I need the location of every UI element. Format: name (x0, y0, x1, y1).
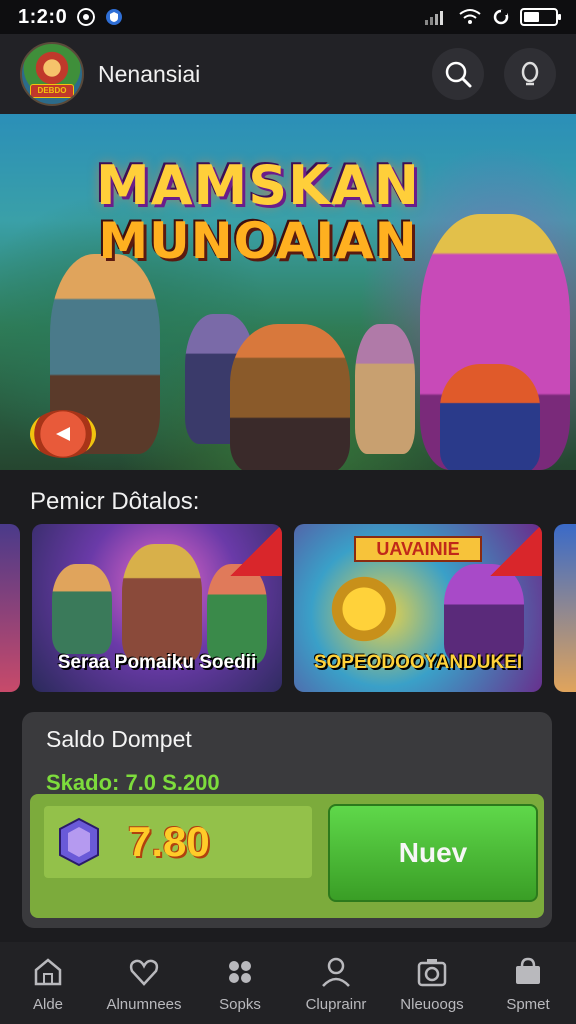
hero-play-button[interactable] (30, 410, 96, 458)
hero-character-girl (440, 364, 540, 470)
card-coins (324, 574, 404, 644)
wallet-amount: 7.80 (128, 818, 210, 865)
avatar-tag: DEBDO (30, 84, 74, 98)
wallet-balance: Skado: 7.0 S.200 (46, 770, 220, 795)
game-icon (229, 961, 251, 983)
play-icon (56, 427, 70, 441)
user-icon (521, 61, 539, 86)
card-banner: UAVAINIE (354, 536, 482, 562)
shield-notification-icon (106, 9, 123, 25)
profile-icon (322, 957, 350, 987)
bag-icon (516, 957, 540, 984)
hero-title-line1: MAMSKAN (96, 154, 420, 217)
heart-icon (129, 959, 159, 986)
card-character-right (207, 564, 267, 664)
wallet-panel: Saldo Dompet Skado: 7.0 S.200 7.80 Nuev (22, 712, 552, 928)
hero-character-hero (230, 324, 350, 470)
home-icon (34, 958, 62, 986)
nav-item-profile[interactable]: Cluprainr (288, 942, 384, 1024)
avatar[interactable]: DEBDO (20, 42, 84, 106)
sync-icon (493, 9, 509, 25)
battery-icon (520, 8, 561, 26)
hero-title-line2: MUNOAIAN (98, 212, 418, 270)
nav-item-favorites[interactable]: Alnumnees (96, 942, 192, 1024)
carousel-card[interactable]: UAVAINIE SOPEODOOYANDUKEI (294, 524, 542, 692)
wallet-inner: 7.80 Nuev (30, 794, 544, 918)
nav-label: Cluprainr (305, 996, 367, 1013)
gem-icon (59, 817, 99, 867)
search-icon (445, 61, 472, 88)
camera-icon (417, 959, 447, 987)
card-character-center (122, 544, 202, 664)
nav-label: Spmet (506, 996, 550, 1013)
card-ribbon (230, 524, 282, 576)
hero-banner[interactable]: MAMSKAN MUNOAIAN (0, 114, 576, 470)
app-title: Nenansiai (98, 60, 201, 87)
carousel-card[interactable]: Seraa Pomaiku Soedii (32, 524, 282, 692)
status-time: 1:2:0 (18, 5, 68, 28)
nav-item-shop[interactable]: Spmet (480, 942, 576, 1024)
section-title: Pemicr Dôtalos: (30, 488, 200, 515)
card-ribbon (490, 524, 542, 576)
nav-label: Alde (32, 996, 64, 1013)
signal-icon (425, 11, 443, 25)
card-label: Seraa Pomaiku Soedii (57, 652, 257, 673)
card-character-cat (444, 564, 524, 664)
wifi-icon (459, 9, 481, 24)
app-header: DEBDO Nenansiai (0, 34, 576, 114)
card-label: SOPEODOOYANDUKEI (313, 652, 523, 673)
status-bar: 1:2:0 (0, 0, 576, 34)
search-button[interactable] (432, 48, 484, 100)
app-notification-icon (77, 8, 96, 26)
nav-item-home[interactable]: Alde (0, 942, 96, 1024)
nav-label: Sopks (219, 996, 261, 1013)
wallet-amount-box: 7.80 (44, 806, 312, 878)
wallet-action-button[interactable]: Nuev (328, 804, 538, 902)
carousel-card-partial-left[interactable] (0, 524, 20, 692)
nav-item-camera[interactable]: Nleuoogs (384, 942, 480, 1024)
nav-label: Nleuoogs (400, 996, 464, 1013)
nav-label: Alnumnees (106, 996, 182, 1013)
nav-item-games[interactable]: Sopks (192, 942, 288, 1024)
hero-character-mage (355, 324, 415, 454)
carousel-card-partial-right[interactable] (554, 524, 576, 692)
wallet-title: Saldo Dompet (46, 726, 192, 752)
featured-carousel[interactable]: Seraa Pomaiku Soedii UAVAINIE SOPEODOOYA… (0, 524, 576, 692)
profile-button[interactable] (504, 48, 556, 100)
card-character-left (52, 564, 112, 654)
bottom-nav: Alde Alnumnees Sopks Cluprainr Nleuoogs … (0, 942, 576, 1024)
